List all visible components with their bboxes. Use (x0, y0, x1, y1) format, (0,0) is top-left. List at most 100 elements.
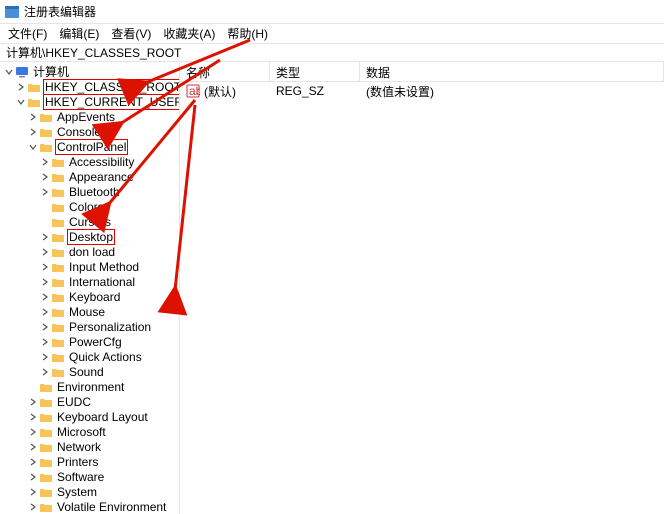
chevron-right-icon[interactable] (28, 127, 38, 137)
tree-node-bluetooth[interactable]: Bluetooth (0, 184, 179, 199)
chevron-right-icon[interactable] (40, 367, 50, 377)
chevron-right-icon[interactable] (40, 307, 50, 317)
window-title: 注册表编辑器 (24, 3, 96, 20)
chevron-right-icon[interactable] (40, 292, 50, 302)
menu-view[interactable]: 查看(V) (109, 25, 153, 42)
folder-icon (39, 111, 53, 123)
folder-icon (51, 246, 65, 258)
menu-file[interactable]: 文件(F) (6, 25, 49, 42)
chevron-right-icon[interactable] (16, 82, 26, 92)
chevron-right-icon[interactable] (28, 457, 38, 467)
chevron-right-icon[interactable] (28, 442, 38, 452)
col-header-name[interactable]: 名称 (180, 62, 270, 81)
chevron-placeholder[interactable] (40, 202, 50, 212)
tree-node-appearance[interactable]: Appearance (0, 169, 179, 184)
tree-node-volatileenv[interactable]: Volatile Environment (0, 499, 179, 514)
tree-node-environment[interactable]: Environment (0, 379, 179, 394)
tree-node-desktop[interactable]: Desktop (0, 229, 179, 244)
tree-label: Desktop (68, 230, 114, 244)
menu-favorites[interactable]: 收藏夹(A) (161, 25, 217, 42)
chevron-right-icon[interactable] (40, 172, 50, 182)
chevron-right-icon[interactable] (40, 262, 50, 272)
tree-node-hkcr[interactable]: HKEY_CLASSES_ROOT (0, 79, 179, 94)
tree-node-microsoft[interactable]: Microsoft (0, 424, 179, 439)
tree-node-international[interactable]: International (0, 274, 179, 289)
folder-icon (51, 276, 65, 288)
chevron-right-icon[interactable] (28, 412, 38, 422)
folder-icon (51, 306, 65, 318)
tree-node-software[interactable]: Software (0, 469, 179, 484)
tree-node-appevents[interactable]: AppEvents (0, 109, 179, 124)
chevron-right-icon[interactable] (28, 487, 38, 497)
chevron-down-icon[interactable] (4, 67, 14, 77)
tree-label: Bluetooth (68, 185, 121, 199)
chevron-right-icon[interactable] (40, 232, 50, 242)
title-bar: 注册表编辑器 (0, 0, 664, 24)
tree-node-printers[interactable]: Printers (0, 454, 179, 469)
chevron-right-icon[interactable] (40, 277, 50, 287)
tree-node-colors[interactable]: Colors (0, 199, 179, 214)
tree-node-inputmethod[interactable]: Input Method (0, 259, 179, 274)
folder-icon (51, 216, 65, 228)
tree-node-personalization[interactable]: Personalization (0, 319, 179, 334)
tree-label: Keyboard Layout (56, 410, 149, 424)
tree-node-accessibility[interactable]: Accessibility (0, 154, 179, 169)
chevron-right-icon[interactable] (40, 337, 50, 347)
tree-node-mouse[interactable]: Mouse (0, 304, 179, 319)
chevron-right-icon[interactable] (28, 427, 38, 437)
cell-type: REG_SZ (270, 84, 360, 98)
chevron-right-icon[interactable] (40, 322, 50, 332)
tree-node-powercfg[interactable]: PowerCfg (0, 334, 179, 349)
tree-label: PowerCfg (68, 335, 123, 349)
folder-icon (39, 501, 53, 513)
tree-label: Network (56, 440, 102, 454)
chevron-right-icon[interactable] (28, 472, 38, 482)
folder-icon (39, 411, 53, 423)
address-bar[interactable]: 计算机\HKEY_CLASSES_ROOT (0, 44, 664, 62)
tree-node-donload[interactable]: don load (0, 244, 179, 259)
chevron-placeholder[interactable] (28, 382, 38, 392)
chevron-right-icon[interactable] (40, 157, 50, 167)
svg-text:ab: ab (189, 84, 200, 98)
tree-node-sound[interactable]: Sound (0, 364, 179, 379)
list-row[interactable]: ab (默认) REG_SZ (数值未设置) (180, 82, 664, 100)
tree-label: Sound (68, 365, 105, 379)
folder-icon (39, 396, 53, 408)
tree-node-cursors[interactable]: Cursors (0, 214, 179, 229)
chevron-right-icon[interactable] (40, 187, 50, 197)
tree-node-quickactions[interactable]: Quick Actions (0, 349, 179, 364)
tree-label: AppEvents (56, 110, 116, 124)
chevron-placeholder[interactable] (40, 217, 50, 227)
col-header-data[interactable]: 数据 (360, 62, 664, 81)
tree-node-keyboard[interactable]: Keyboard (0, 289, 179, 304)
tree-node-network[interactable]: Network (0, 439, 179, 454)
chevron-right-icon[interactable] (28, 502, 38, 512)
chevron-right-icon[interactable] (28, 112, 38, 122)
tree-label: Software (56, 470, 105, 484)
chevron-down-icon[interactable] (16, 97, 26, 107)
folder-icon (39, 441, 53, 453)
menu-help[interactable]: 帮助(H) (225, 25, 270, 42)
tree-label: Environment (56, 380, 125, 394)
tree-node-eudc[interactable]: EUDC (0, 394, 179, 409)
chevron-down-icon[interactable] (28, 142, 38, 152)
tree-node-console[interactable]: Console (0, 124, 179, 139)
tree-label: Cursors (68, 215, 112, 229)
chevron-right-icon[interactable] (40, 352, 50, 362)
folder-icon (51, 186, 65, 198)
tree-node-hkcu[interactable]: HKEY_CURRENT_USER (0, 94, 179, 109)
tree-node-keyboardlayout[interactable]: Keyboard Layout (0, 409, 179, 424)
tree-node-system[interactable]: System (0, 484, 179, 499)
chevron-right-icon[interactable] (40, 247, 50, 257)
registry-tree[interactable]: 计算机 HKEY_CLASSES_ROOT HKEY_CURRENT_USER … (0, 62, 180, 514)
folder-open-icon (27, 96, 41, 108)
tree-node-controlpanel[interactable]: ControlPanel (0, 139, 179, 154)
folder-open-icon (39, 141, 53, 153)
tree-label: EUDC (56, 395, 92, 409)
chevron-right-icon[interactable] (28, 397, 38, 407)
menu-edit[interactable]: 编辑(E) (57, 25, 101, 42)
values-list[interactable]: 名称 类型 数据 ab (默认) REG_SZ (数值未设置) (180, 62, 664, 514)
tree-node-computer[interactable]: 计算机 (0, 64, 179, 79)
col-header-type[interactable]: 类型 (270, 62, 360, 81)
tree-label: Keyboard (68, 290, 121, 304)
